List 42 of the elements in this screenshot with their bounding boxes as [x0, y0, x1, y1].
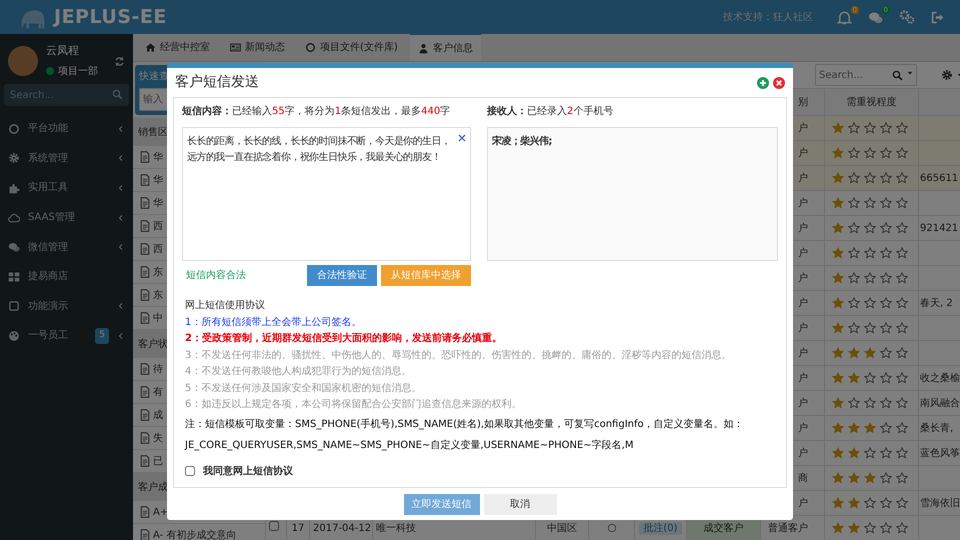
action-button[interactable]: 合法性验证 — [307, 265, 377, 286]
search-field[interactable]: Search... — [815, 64, 917, 86]
app-logo-text: JEPLUS-EE — [54, 4, 167, 30]
cancel-button[interactable]: 取消 — [484, 494, 556, 514]
message-field[interactable]: 长长的距离，长长的线，长长的时间抹不断，今天是你的生日，远方的我一直在掂念着你，祝你生日快乐，我最关心的朋友！ — [182, 127, 471, 261]
agreement-title: 网上短信使用协议 — [185, 298, 266, 313]
recipients-field[interactable]: 宋凌；柴兴伟; — [487, 127, 778, 261]
template-note: 注：短信模板可取变量：SMS_PHONE(手机号),SMS_NAME(姓名),如果取其他变量，可复写configInfo，自定义变量名。如： JE_CORE_QUERYUSER,SMS_NAME~SMS_PHONE~自定义变量,USERNAME~PHONE~字段名,M — [185, 418, 745, 452]
support-text: 技术支持：狂人社区 — [723, 10, 813, 24]
consent-label[interactable]: 我同意网上短信协议 — [203, 464, 293, 478]
agreement-rule: 1：所有短信须带上全会带上公司签名。 — [185, 316, 362, 330]
recipient-count-text: 接收人：已经录入2个手机号 — [487, 104, 614, 119]
sidebar-item[interactable]: SAAS管理 — [0, 202, 133, 232]
sidebar-item[interactable]: 平台功能 — [0, 114, 133, 144]
agreement-rule: 6：如违反以上规定各项，本公司将保留配合公安部门追查信息来源的权利。 — [185, 398, 522, 412]
recipients-text: 宋凌；柴兴伟; — [492, 136, 552, 147]
tab[interactable]: 项目文件(文件库) — [297, 33, 406, 61]
table-cell: 665611 — [918, 166, 960, 190]
dialog-title: 客户短信发送 — [175, 73, 259, 92]
count-badge: 5 — [95, 328, 109, 344]
user-name: 云凤程 — [46, 43, 80, 60]
agreement-rule: 4：不发送任何教唆他人构成犯罪行为的短信消息。 — [185, 364, 412, 379]
tab[interactable]: 新闻动态 — [222, 33, 293, 61]
sidebar-item[interactable]: 功能演示 — [0, 292, 133, 322]
agreement-rule: 5：不发送任何涉及国家安全和国家机密的短信消息。 — [185, 382, 422, 396]
action-button[interactable]: 从短信库中选择 — [381, 265, 471, 286]
validation-message: 短信内容合法 — [186, 268, 246, 283]
column-header[interactable]: 需重视程度 — [824, 88, 918, 116]
tab[interactable]: 客户信息 — [410, 33, 481, 61]
sidebar-item[interactable]: 一号员工 5 — [0, 321, 133, 351]
agreement-rule: 2：受政策管制，近期群发短信受到大面积的影响，发送前请务必慎重。 — [185, 332, 503, 346]
tree-item[interactable]: A- 有初步成交意向 — [133, 524, 265, 540]
sidebar-item[interactable]: 微信管理 — [0, 232, 133, 262]
sidebar-item[interactable]: 实用工具 — [0, 173, 133, 203]
agreement-rule: 3：不发送任何非法的、骚扰性、中伤他人的、辱骂性的、恐吓性的、伤害性的、挑衅的、庸俗的、淫秽等内容的短信消息。 — [185, 348, 732, 362]
char-count-text: 短信内容：已经输入55字，将分为1条短信发出，最多440字 — [182, 104, 452, 119]
sidebar-item[interactable]: 系统管理 — [0, 144, 133, 174]
status-text: 项目一部 — [58, 64, 98, 79]
tab[interactable]: 经营中控室 — [137, 33, 218, 61]
message-text: 长长的距离，长长的线，长长的时间抹不断，今天是你的生日，远方的我一直在掂念着你，祝你生日快乐，我最关心的朋友！ — [187, 136, 450, 163]
note-link[interactable]: 批注(0) — [639, 522, 682, 534]
sidebar-item[interactable]: 捷易商店 — [0, 262, 133, 292]
